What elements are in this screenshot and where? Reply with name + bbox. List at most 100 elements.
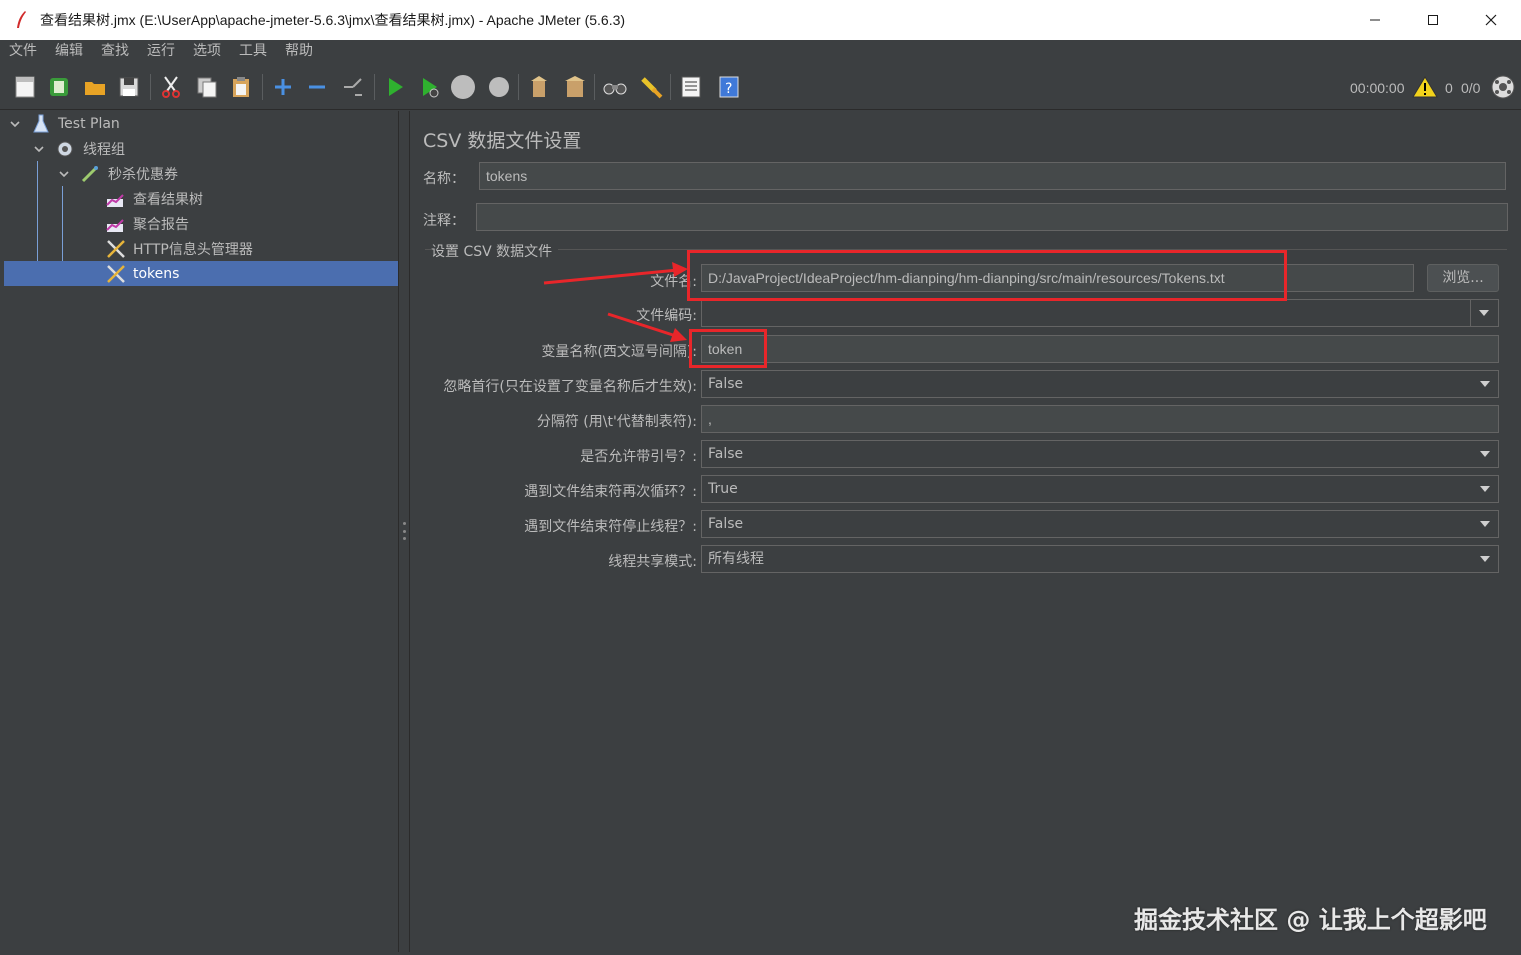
help-icon[interactable]: ?	[714, 72, 744, 102]
comment-label: 注释：	[423, 213, 465, 229]
tree-item-label: 秒杀优惠券	[108, 166, 178, 183]
start-icon[interactable]	[380, 72, 410, 102]
new-file-icon[interactable]	[10, 72, 40, 102]
cut-icon[interactable]	[156, 72, 186, 102]
menu-tools[interactable]: 工具	[230, 40, 276, 64]
save-icon[interactable]	[114, 72, 144, 102]
tree-item-tokens[interactable]: tokens	[4, 261, 398, 286]
tree-item-label: Test Plan	[58, 115, 120, 132]
stop-thread-eof-label: 遇到文件结束符停止线程？:	[524, 519, 697, 535]
quoted-data-value: False	[708, 446, 744, 462]
gear-icon	[55, 139, 75, 159]
tree-item-thread-group[interactable]: 线程组	[4, 136, 398, 161]
pipette-icon	[80, 164, 100, 184]
annotation-highlight-varname	[689, 329, 767, 368]
comment-field[interactable]	[476, 203, 1508, 231]
menu-search[interactable]: 查找	[92, 40, 138, 64]
splitter-grip-icon[interactable]	[403, 522, 406, 540]
annotation-arrows	[543, 262, 688, 342]
clear-icon[interactable]	[524, 72, 554, 102]
recycle-eof-value: True	[708, 481, 738, 497]
tree-item-label: 查看结果树	[133, 191, 203, 208]
tree-item-http-header-manager[interactable]: HTTP信息头管理器	[4, 236, 398, 261]
expand-icon[interactable]	[268, 72, 298, 102]
watermark: 掘金技术社区 @ 让我上个超影吧	[1134, 906, 1487, 934]
menu-run[interactable]: 运行	[138, 40, 184, 64]
tree-item-http-sampler[interactable]: 秒杀优惠券	[4, 161, 398, 186]
chevron-down-icon	[1480, 486, 1490, 492]
tree-item-test-plan[interactable]: Test Plan	[4, 111, 398, 136]
sharing-mode-combo[interactable]: 所有线程	[701, 545, 1499, 573]
chevron-down-icon[interactable]	[1470, 300, 1498, 326]
jmeter-feather-icon	[14, 10, 28, 30]
maximize-button[interactable]	[1404, 0, 1462, 40]
start-no-pause-icon[interactable]	[414, 72, 444, 102]
tree-item-label: tokens	[133, 265, 180, 282]
chevron-down-icon	[1480, 451, 1490, 457]
toggle-icon[interactable]	[338, 72, 368, 102]
open-folder-icon[interactable]	[80, 72, 110, 102]
ignore-first-line-label: 忽略首行(只在设置了变量名称后才生效):	[443, 379, 697, 395]
delimiter-field[interactable]: ,	[701, 405, 1499, 433]
elapsed-timer: 00:00:00	[1350, 80, 1405, 96]
test-plan-tree: Test Plan 线程组 秒杀优惠券 查看结果树 聚合报告 HTTP信息头管理…	[4, 111, 398, 952]
tree-item-label: 线程组	[83, 141, 125, 158]
chevron-down-icon	[1480, 556, 1490, 562]
varnames-field[interactable]: token	[701, 335, 1499, 363]
tools-icon	[105, 264, 125, 284]
copy-icon[interactable]	[192, 72, 222, 102]
function-helper-icon[interactable]	[676, 72, 706, 102]
clear-all-icon[interactable]	[560, 72, 590, 102]
toolbar: ? 00:00:00 0 0/0	[0, 64, 1521, 110]
stop-thread-eof-combo[interactable]: False	[701, 510, 1499, 538]
collapse-icon[interactable]	[302, 72, 332, 102]
sharing-mode-label: 线程共享模式:	[608, 554, 697, 570]
test-plan-icon	[31, 114, 51, 134]
recycle-eof-label: 遇到文件结束符再次循环？:	[524, 484, 697, 500]
templates-icon[interactable]	[44, 72, 74, 102]
tree-item-aggregate-report[interactable]: 聚合报告	[4, 211, 398, 236]
search-binoculars-icon[interactable]	[600, 72, 630, 102]
window-title: 查看结果树.jmx (E:\UserApp\apache-jmeter-5.6.…	[40, 12, 626, 28]
panel-splitter[interactable]	[398, 111, 410, 952]
chevron-down-icon	[1480, 381, 1490, 387]
menu-bar: 文件 编辑 查找 运行 选项 工具 帮助	[0, 40, 1521, 64]
menu-edit[interactable]: 编辑	[46, 40, 92, 64]
menu-file[interactable]: 文件	[0, 40, 46, 64]
quoted-data-label: 是否允许带引号？:	[580, 449, 697, 465]
ignore-first-line-combo[interactable]: False	[701, 370, 1499, 398]
error-count: 0	[1445, 80, 1453, 96]
encoding-combo[interactable]	[701, 299, 1499, 327]
reset-search-icon[interactable]	[636, 72, 666, 102]
chevron-down-icon[interactable]	[33, 143, 45, 155]
menu-options[interactable]: 选项	[184, 40, 230, 64]
shutdown-icon[interactable]	[484, 72, 514, 102]
chevron-down-icon[interactable]	[9, 118, 21, 130]
recycle-eof-combo[interactable]: True	[701, 475, 1499, 503]
sharing-mode-value: 所有线程	[708, 551, 764, 567]
tree-item-label: HTTP信息头管理器	[133, 241, 253, 258]
tree-item-view-results-tree[interactable]: 查看结果树	[4, 186, 398, 211]
panel-title: CSV 数据文件设置	[423, 130, 582, 152]
stop-icon[interactable]	[448, 72, 478, 102]
name-label: 名称：	[423, 171, 465, 187]
paste-icon[interactable]	[226, 72, 256, 102]
quoted-data-combo[interactable]: False	[701, 440, 1499, 468]
csv-config-panel: CSV 数据文件设置 名称： tokens 注释： 设置 CSV 数据文件 文件…	[411, 111, 1521, 952]
window-title-bar: 查看结果树.jmx (E:\UserApp\apache-jmeter-5.6.…	[0, 0, 1521, 40]
tree-item-label: 聚合报告	[133, 216, 189, 233]
close-button[interactable]	[1462, 0, 1520, 40]
svg-text:?: ?	[725, 81, 732, 97]
remote-status-icon	[1488, 72, 1518, 102]
warning-icon[interactable]	[1410, 72, 1440, 102]
stop-thread-eof-value: False	[708, 516, 744, 532]
name-field[interactable]: tokens	[479, 162, 1506, 190]
chevron-down-icon[interactable]	[58, 168, 70, 180]
minimize-button[interactable]	[1346, 0, 1404, 40]
menu-help[interactable]: 帮助	[276, 40, 322, 64]
annotation-highlight-filename	[687, 250, 1287, 301]
browse-button[interactable]: 浏览...	[1427, 264, 1499, 292]
delimiter-label: 分隔符 (用\t'代替制表符):	[536, 414, 697, 430]
chart-icon	[105, 189, 125, 209]
chart-icon	[105, 214, 125, 234]
